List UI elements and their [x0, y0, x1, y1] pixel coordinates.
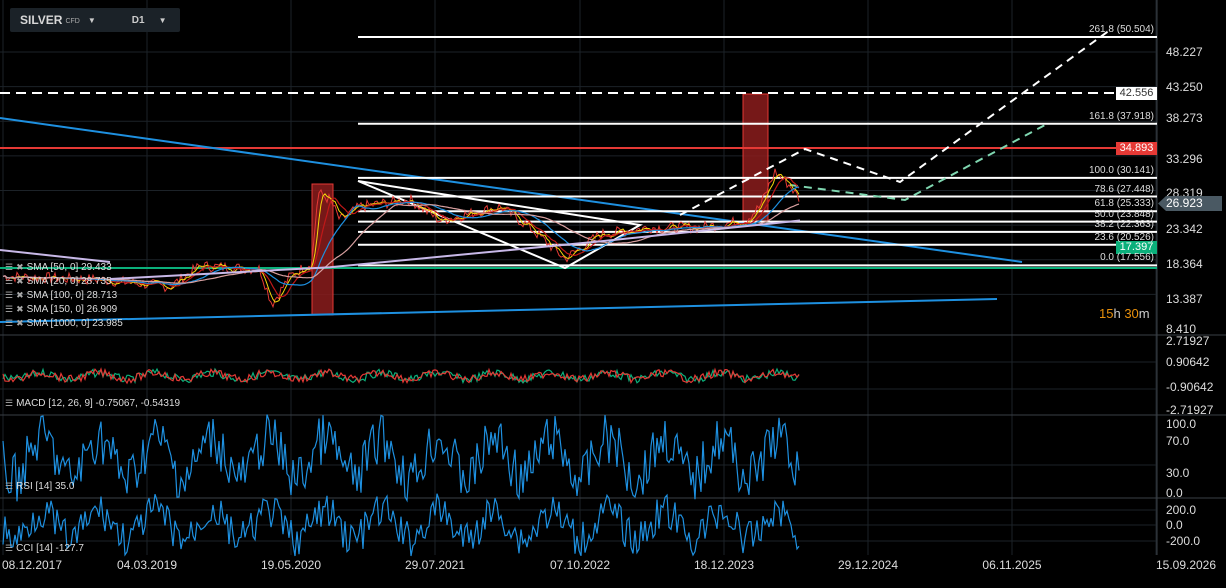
chart-canvas[interactable] [0, 0, 1226, 588]
macd-axis-label: 2.71927 [1166, 334, 1210, 348]
highlight-box [742, 93, 769, 223]
fib-label: 23.6 (20.526) [1094, 231, 1155, 243]
macd-label: MACD [12, 26, 9] -0.75067, -0.54319 [16, 398, 181, 409]
close-icon[interactable]: ✖ [16, 262, 24, 273]
sma-legend-item: ☰ ✖ SMA [150, 0] 26.909 [5, 304, 117, 315]
rsi-label: RSI [14] 35.0 [16, 481, 75, 492]
menu-icon[interactable]: ☰ [5, 398, 13, 409]
rsi-axis-label: 100.0 [1166, 417, 1197, 431]
sma-legend-item: ☰ ✖ SMA [20, 0] 28.735 [5, 276, 112, 287]
menu-icon[interactable]: ☰ [5, 276, 13, 287]
close-icon[interactable]: ✖ [16, 276, 24, 287]
rsi-axis-label: 70.0 [1166, 434, 1190, 448]
price-axis-label: 13.387 [1166, 292, 1203, 306]
date-axis-label: 15.09.2026 [1155, 558, 1217, 572]
fib-label: 161.8 (37.918) [1088, 110, 1154, 122]
sma-label: SMA [20, 0] 28.735 [26, 276, 112, 287]
close-icon[interactable]: ✖ [16, 304, 24, 315]
macd-axis-label: -0.90642 [1166, 380, 1214, 394]
fib-label: 0.0 (17.556) [1100, 252, 1154, 264]
date-axis-label: 29.12.2024 [837, 558, 899, 572]
trend-line [0, 298, 998, 323]
symbol-name: SILVER [20, 13, 63, 27]
cci-axis-label: -200.0 [1166, 534, 1201, 548]
fib-label: 78.6 (27.448) [1094, 183, 1155, 195]
price-axis-label: 43.250 [1166, 80, 1203, 94]
chevron-down-icon[interactable]: ▼ [88, 16, 96, 25]
price-series [2, 168, 800, 309]
menu-icon[interactable]: ☰ [5, 262, 13, 273]
cci-axis-label: 0.0 [1166, 518, 1183, 532]
sma-label: SMA [50, 0] 29.433 [26, 262, 112, 273]
menu-icon[interactable]: ☰ [5, 304, 13, 315]
red-level-tag: 34.893 [1116, 142, 1157, 155]
price-axis-label: 48.227 [1166, 45, 1203, 59]
fib-label: 100.0 (30.141) [1088, 164, 1154, 176]
triangle-drawing [357, 180, 643, 270]
sma-legend-item: ☰ ✖ SMA [50, 0] 29.433 [5, 262, 112, 273]
date-axis-label: 19.05.2020 [260, 558, 322, 572]
rsi-legend: ☰ RSI [14] 35.0 [5, 481, 74, 492]
price-axis-label: 23.342 [1166, 222, 1203, 236]
sma-label: SMA [100, 0] 28.713 [26, 290, 118, 301]
sma-legend-item: ☰ ✖ SMA [100, 0] 28.713 [5, 290, 117, 301]
price-axis-label: 38.273 [1166, 111, 1203, 125]
close-icon[interactable]: ✖ [16, 290, 24, 301]
close-icon[interactable]: ✖ [16, 318, 24, 329]
date-axis-label: 06.11.2025 [982, 558, 1042, 572]
candle-timer: 15h 30m [1099, 306, 1150, 321]
sma-line [2, 203, 800, 284]
price-axis-label: 33.296 [1166, 152, 1203, 166]
macd-axis-label: -2.71927 [1166, 403, 1214, 417]
menu-icon[interactable]: ☰ [5, 318, 13, 329]
sma-label: SMA [1000, 0] 23.985 [26, 318, 123, 329]
date-axis-label: 08.12.2017 [1, 558, 63, 572]
rsi-axis-label: 0.0 [1166, 486, 1183, 500]
macd-legend: ☰ MACD [12, 26, 9] -0.75067, -0.54319 [5, 398, 180, 409]
cci-axis-label: 200.0 [1166, 503, 1197, 517]
cci-legend: ☰ CCI [14] -127.7 [5, 543, 84, 554]
price-axis-label: 18.364 [1166, 257, 1203, 271]
sma-legend-item: ☰ ✖ SMA [1000, 0] 23.985 [5, 318, 123, 329]
fib-label: 38.2 (22.363) [1094, 218, 1155, 230]
projection-line [789, 124, 1046, 202]
symbol-selector[interactable]: SILVER CFD ▼ D1 ▼ [10, 8, 180, 32]
menu-icon[interactable]: ☰ [5, 481, 13, 492]
date-axis-label: 29.07.2021 [404, 558, 466, 572]
date-axis-label: 18.12.2023 [693, 558, 755, 572]
dashed-level-tag: 42.556 [1116, 87, 1157, 100]
date-axis-label: 07.10.2022 [549, 558, 611, 572]
timeframe-selector[interactable]: D1 [132, 15, 145, 26]
chevron-down-icon[interactable]: ▼ [159, 16, 167, 25]
cci-label: CCI [14] -127.7 [16, 543, 84, 554]
rsi-axis-label: 30.0 [1166, 466, 1190, 480]
menu-icon[interactable]: ☰ [5, 290, 13, 301]
date-axis-label: 04.03.2019 [116, 558, 178, 572]
menu-icon[interactable]: ☰ [5, 543, 13, 554]
fib-label: 261.8 (50.504) [1088, 24, 1154, 35]
symbol-type: CFD [65, 18, 80, 25]
sma-label: SMA [150, 0] 26.909 [26, 304, 118, 315]
macd-axis-label: 0.90642 [1166, 355, 1210, 369]
current-price-tag: 26.923 [1158, 196, 1222, 211]
rsi-line [2, 414, 800, 503]
sma-line [2, 173, 800, 303]
